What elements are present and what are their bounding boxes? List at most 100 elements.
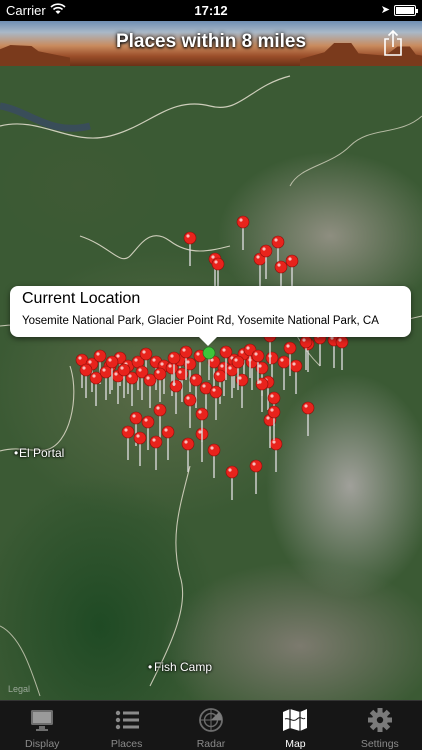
place-pin[interactable] <box>153 367 167 381</box>
place-pin[interactable] <box>139 347 153 361</box>
share-icon[interactable] <box>382 29 404 57</box>
pin-highlight <box>228 366 232 370</box>
pin-highlight <box>266 416 270 420</box>
pin-highlight <box>128 374 132 378</box>
place-pin[interactable] <box>195 407 209 421</box>
place-pin[interactable] <box>301 401 315 415</box>
place-pin[interactable] <box>289 359 303 373</box>
place-pin[interactable] <box>169 379 183 393</box>
place-pin[interactable] <box>265 351 279 365</box>
place-pin[interactable] <box>141 415 155 429</box>
satellite-map[interactable]: • El Portal • Fish Camp Legal <box>0 66 422 700</box>
pin-highlight <box>170 354 174 358</box>
pin-highlight <box>184 440 188 444</box>
pin-highlight <box>288 257 292 261</box>
clock: 17:12 <box>194 3 228 18</box>
tab-label: Radar <box>196 738 226 750</box>
pin-highlight <box>277 263 281 267</box>
pin-highlight <box>82 366 86 370</box>
place-pin[interactable] <box>249 459 263 473</box>
place-pin[interactable] <box>231 355 245 369</box>
place-pin[interactable] <box>219 345 233 359</box>
place-pin[interactable] <box>79 363 93 377</box>
place-pin[interactable] <box>153 403 167 417</box>
pin-highlight <box>256 255 260 259</box>
map-place-marker: • <box>14 446 19 460</box>
app-screen: Carrier 17:12 ➤ Places within 8 miles • … <box>0 0 422 750</box>
place-pin[interactable] <box>149 435 163 449</box>
tab-radar[interactable]: Radar <box>169 701 253 750</box>
place-pin[interactable] <box>283 341 297 355</box>
place-pin[interactable] <box>161 425 175 439</box>
map-icon <box>283 709 308 731</box>
place-pin[interactable] <box>179 345 193 359</box>
pin-highlight <box>292 362 296 366</box>
pin-highlight <box>142 350 146 354</box>
place-pin[interactable] <box>299 335 313 349</box>
legal-link[interactable]: Legal <box>8 684 30 694</box>
pin-highlight <box>186 396 190 400</box>
pin-highlight <box>186 360 190 364</box>
pin-highlight <box>220 364 224 368</box>
pin-highlight <box>258 380 262 384</box>
place-pin[interactable] <box>167 351 181 365</box>
place-pin[interactable] <box>183 393 197 407</box>
place-pin[interactable] <box>277 355 291 369</box>
pin-highlight <box>134 358 138 362</box>
pin-highlight <box>124 428 128 432</box>
place-pin[interactable] <box>213 369 227 383</box>
pin-highlight <box>108 358 112 362</box>
place-pin[interactable] <box>105 355 119 369</box>
pin-highlight <box>146 376 150 380</box>
place-pin[interactable] <box>236 215 250 229</box>
pin-highlight <box>210 446 214 450</box>
gear-icon <box>367 708 392 732</box>
current-location-callout[interactable]: Current Location Yosemite National Park,… <box>10 286 411 346</box>
pin-highlight <box>212 388 216 392</box>
pin-highlight <box>116 354 120 358</box>
place-pin[interactable] <box>271 235 285 249</box>
pin-highlight <box>156 406 160 410</box>
pin-highlight <box>270 408 274 412</box>
place-pin[interactable] <box>129 411 143 425</box>
place-pin[interactable] <box>285 254 299 268</box>
place-pin[interactable] <box>121 425 135 439</box>
tab-settings[interactable]: Settings <box>338 701 422 750</box>
place-pin[interactable] <box>259 244 273 258</box>
place-pin[interactable] <box>133 431 147 445</box>
place-pin[interactable] <box>207 443 221 457</box>
pin-highlight <box>114 372 118 376</box>
pin-highlight <box>192 376 196 380</box>
place-pin[interactable] <box>225 465 239 479</box>
pin-highlight <box>338 338 342 342</box>
pin-highlight <box>96 352 100 356</box>
pin-highlight <box>136 434 140 438</box>
current-location-pin[interactable] <box>202 346 216 360</box>
place-pin[interactable] <box>117 363 131 377</box>
pin-highlight <box>138 368 142 372</box>
place-pin[interactable] <box>251 349 265 363</box>
place-pin[interactable] <box>189 373 203 387</box>
place-pin[interactable] <box>181 437 195 451</box>
pin-highlight <box>239 218 243 222</box>
tab-display[interactable]: Display <box>0 701 84 750</box>
pin-highlight <box>286 344 290 348</box>
place-pin[interactable] <box>274 260 288 274</box>
pin-highlight <box>211 255 215 259</box>
tab-map[interactable]: Map <box>253 701 337 750</box>
location-arrow-icon: ➤ <box>380 4 390 16</box>
pin-highlight <box>304 404 308 408</box>
place-pin[interactable] <box>269 437 283 451</box>
place-pin[interactable] <box>209 385 223 399</box>
place-pin[interactable] <box>267 391 281 405</box>
place-pin[interactable] <box>183 231 197 245</box>
place-pin[interactable] <box>211 257 225 271</box>
place-pin[interactable] <box>335 335 349 349</box>
pin-highlight <box>198 410 202 414</box>
place-pin[interactable] <box>93 349 107 363</box>
list-icon <box>115 710 139 730</box>
tab-places[interactable]: Places <box>84 701 168 750</box>
pin-highlight <box>102 368 106 372</box>
pin-highlight <box>234 358 238 362</box>
place-pin[interactable] <box>267 405 281 419</box>
